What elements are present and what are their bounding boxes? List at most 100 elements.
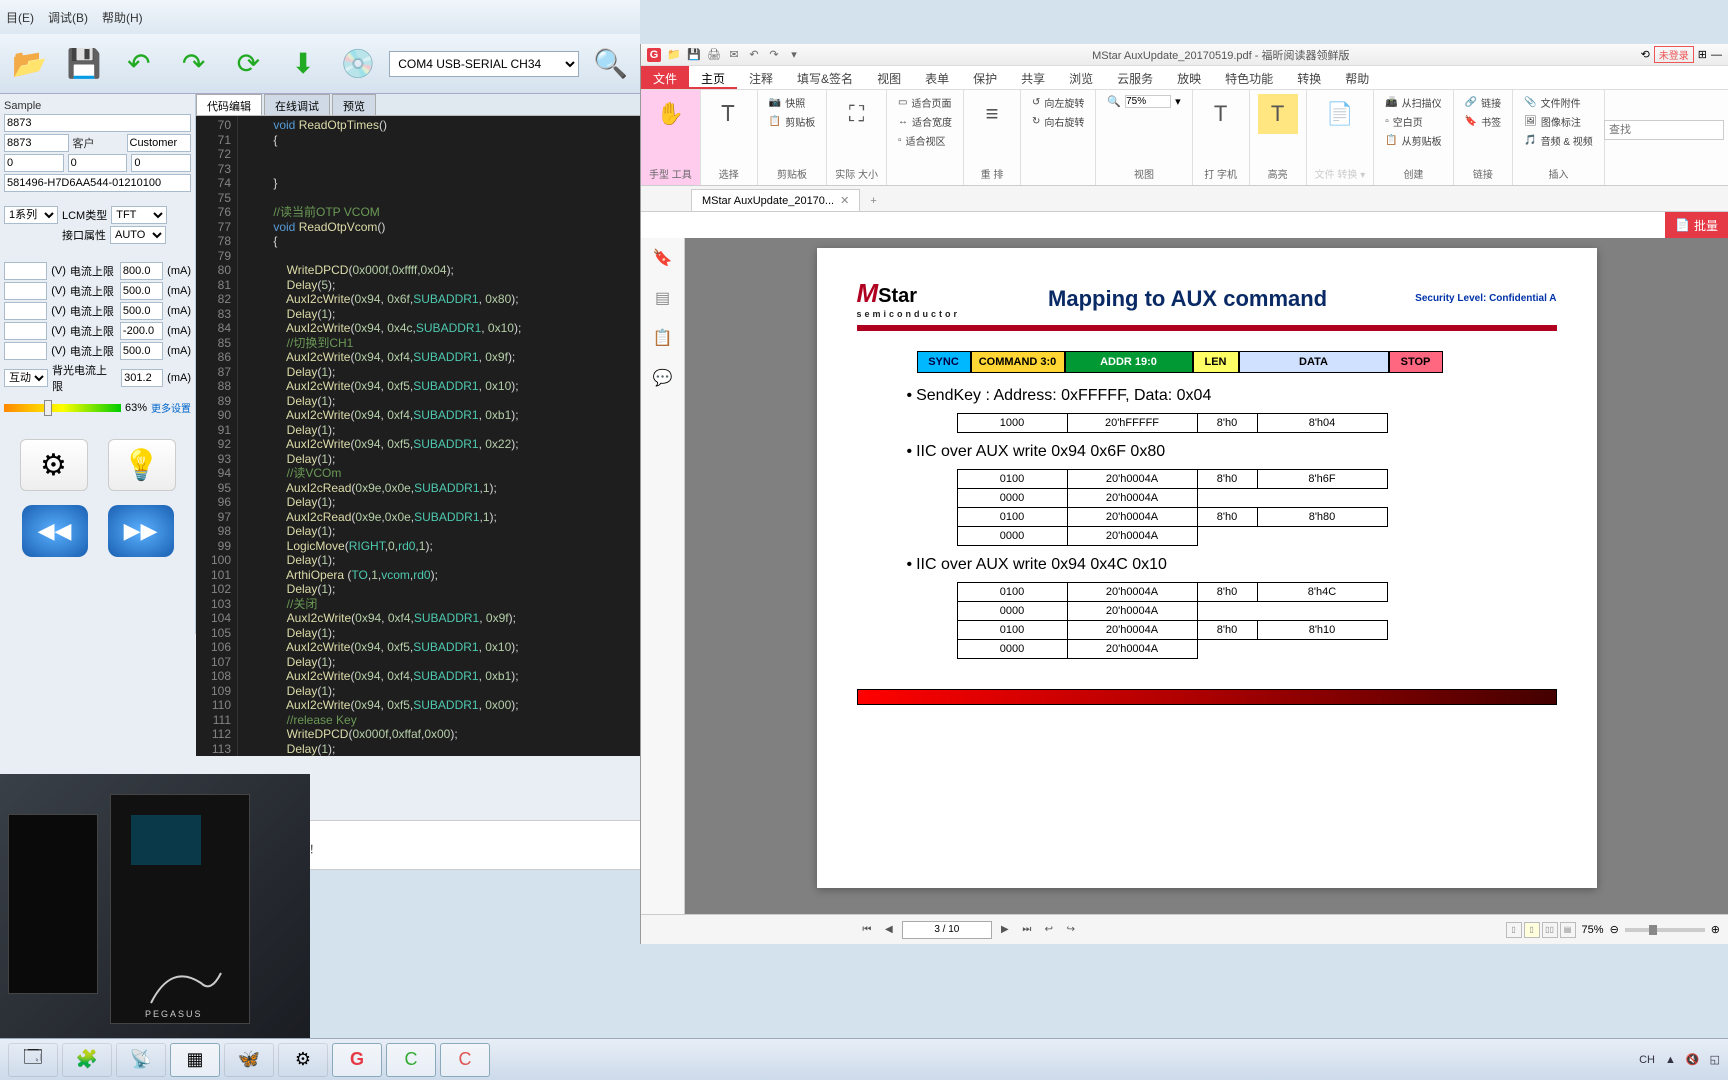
task-app5[interactable]: 🦋 [224, 1043, 274, 1077]
zero1[interactable] [4, 154, 64, 172]
sound-icon[interactable]: 🔇 [1686, 1053, 1700, 1066]
save-icon[interactable]: 💾 [687, 48, 701, 62]
zero2[interactable] [68, 154, 128, 172]
otp-button[interactable]: ⚙ [20, 439, 88, 491]
tab-cloud[interactable]: 云服务 [1105, 66, 1165, 89]
comment-panel-icon[interactable]: 💬 [653, 368, 673, 388]
tab-view[interactable]: 视图 [865, 66, 913, 89]
zoom-slider[interactable] [1625, 928, 1705, 932]
bookmark-btn[interactable]: 🔖 书签 [1462, 113, 1504, 130]
fit-page-btn[interactable]: ▭ 适合页面 [895, 94, 955, 111]
tab-help[interactable]: 帮助 [1333, 66, 1381, 89]
task-app3[interactable]: 📡 [116, 1043, 166, 1077]
more-settings-link[interactable]: 更多设置 [151, 400, 191, 415]
serial-field[interactable] [4, 174, 191, 192]
view-single-icon[interactable]: ▯ [1506, 922, 1522, 938]
zero3[interactable] [131, 154, 191, 172]
reflow-icon[interactable]: ≡ [972, 94, 1012, 134]
undo-icon[interactable]: ↶ [747, 48, 761, 62]
tab-file[interactable]: 文件 [641, 66, 689, 89]
first-page-icon[interactable]: ⏮ [858, 921, 876, 939]
sync-icon[interactable]: ⟲ [1641, 48, 1650, 61]
typewriter-icon[interactable]: T [1201, 94, 1241, 134]
view-cont-facing-icon[interactable]: ▤ [1560, 922, 1576, 938]
next-button[interactable]: ▶▶ [108, 505, 174, 557]
tab-feature[interactable]: 特色功能 [1213, 66, 1285, 89]
nav-fwd-icon[interactable]: ↪ [1062, 921, 1080, 939]
tab-fillsign[interactable]: 填写&签名 [785, 66, 865, 89]
zoom-out-icon[interactable]: ⊖ [1610, 923, 1619, 936]
code-body[interactable]: void ReadOtpTimes() { } //读当前OTP VCOM vo… [252, 116, 640, 756]
view-facing-icon[interactable]: ▯▯ [1542, 922, 1558, 938]
close-tab-icon[interactable]: ✕ [840, 194, 849, 207]
image-tag-btn[interactable]: 🖼 图像标注 [1521, 113, 1596, 130]
attach-btn[interactable]: 📎 文件附件 [1521, 94, 1596, 111]
refresh-icon[interactable]: ⟳ [225, 39, 272, 89]
bookmark-panel-icon[interactable]: 🔖 [653, 248, 673, 268]
undo-icon[interactable]: ↶ [116, 39, 163, 89]
tab-present[interactable]: 放映 [1165, 66, 1213, 89]
task-app2[interactable]: 🧩 [62, 1043, 112, 1077]
dropdown-icon[interactable]: ▾ [787, 48, 801, 62]
tab-browse[interactable]: 浏览 [1057, 66, 1105, 89]
tab-code-edit[interactable]: 代码编辑 [196, 94, 262, 115]
grid-icon[interactable]: ⊞ [1698, 48, 1707, 61]
rotate-left-btn[interactable]: ↺ 向左旋转 [1029, 94, 1087, 111]
prev-button[interactable]: ◀◀ [22, 505, 88, 557]
menu-debug[interactable]: 调试(B) [48, 9, 88, 26]
tab-form[interactable]: 表单 [913, 66, 961, 89]
doc-tab[interactable]: MStar AuxUpdate_20170...✕ [691, 189, 860, 211]
select-icon[interactable]: Ꭲ [709, 94, 749, 134]
redo-icon[interactable]: ↷ [767, 48, 781, 62]
blank-page-btn[interactable]: ▫ 空白页 [1382, 113, 1444, 130]
clipboard-panel-icon[interactable]: 📋 [653, 328, 673, 348]
from-clipboard-btn[interactable]: 📋 从剪贴板 [1382, 132, 1444, 149]
batch-button[interactable]: 📄 批量 [1665, 212, 1728, 238]
bulb-button[interactable]: 💡 [108, 439, 176, 491]
tab-protect[interactable]: 保护 [961, 66, 1009, 89]
task-app4[interactable]: ▦ [170, 1043, 220, 1077]
task-app8[interactable]: C [440, 1043, 490, 1077]
view-cont-icon[interactable]: ▯ [1524, 922, 1540, 938]
com-port-select[interactable]: COM4 USB-SERIAL CH34 [389, 51, 579, 77]
rotate-right-btn[interactable]: ↻ 向右旋转 [1029, 113, 1087, 130]
disc-icon[interactable]: 💿 [335, 39, 382, 89]
field-8873b[interactable] [4, 134, 69, 152]
print-icon[interactable]: 🖨 [707, 48, 721, 62]
task-app1[interactable]: 🗔 [8, 1043, 58, 1077]
hand-tool-icon[interactable]: ✋ [650, 94, 690, 134]
mail-icon[interactable]: ✉ [727, 48, 741, 62]
save-icon[interactable]: 💾 [61, 39, 108, 89]
search-input[interactable] [1604, 120, 1724, 140]
lcm-select[interactable]: TFT [111, 206, 167, 224]
links-btn[interactable]: 🔗 链接 [1462, 94, 1504, 111]
tab-comment[interactable]: 注释 [737, 66, 785, 89]
menu-edit[interactable]: 目(E) [6, 9, 34, 26]
tray-btn[interactable]: ◱ [1710, 1053, 1720, 1066]
audio-video-btn[interactable]: 🎵 音频 & 视频 [1521, 132, 1596, 149]
task-app6[interactable]: ⚙ [278, 1043, 328, 1077]
nav-back-icon[interactable]: ↩ [1040, 921, 1058, 939]
tab-home[interactable]: 主页 [689, 66, 737, 89]
mode-select[interactable]: 互动 ▼ [4, 369, 48, 387]
min-icon[interactable]: — [1711, 49, 1722, 61]
code-editor[interactable]: 70 71 72 73 74 75 76 77 78 79 80 81 82 8… [196, 116, 640, 756]
ime-indicator[interactable]: CH [1639, 1054, 1655, 1066]
zoom-in-icon[interactable]: ⊕ [1711, 923, 1720, 936]
task-foxit[interactable]: G [332, 1043, 382, 1077]
open-icon[interactable]: 📁 [667, 48, 681, 62]
redo-icon[interactable]: ↷ [170, 39, 217, 89]
series-select[interactable]: 1系列 [4, 206, 58, 224]
tab-share[interactable]: 共享 [1009, 66, 1057, 89]
login-badge[interactable]: 未登录 [1654, 46, 1694, 63]
pages-panel-icon[interactable]: ▤ [655, 288, 670, 308]
convert-icon[interactable]: 📄 [1320, 94, 1360, 134]
task-app7[interactable]: C [386, 1043, 436, 1077]
download-icon[interactable]: ⬇ [280, 39, 327, 89]
field-8873a[interactable] [4, 114, 191, 132]
customer-field[interactable] [127, 134, 192, 152]
tray-icon[interactable]: ▲ [1665, 1054, 1676, 1066]
fit-width-btn[interactable]: ↔ 适合宽度 [895, 113, 955, 130]
tab-convert[interactable]: 转换 [1285, 66, 1333, 89]
menu-help[interactable]: 帮助(H) [102, 9, 143, 26]
